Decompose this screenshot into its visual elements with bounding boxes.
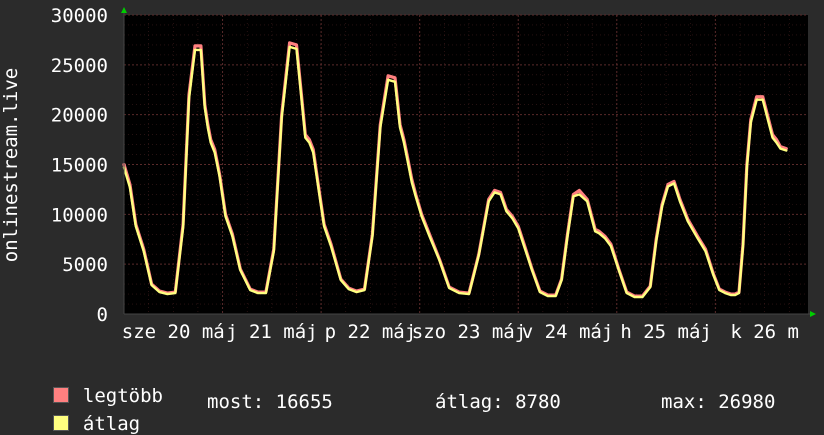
- x-tick-label: v 24 máj: [522, 321, 614, 343]
- y-tick-label: 15000: [51, 155, 108, 177]
- x-axis-arrow: [810, 311, 816, 317]
- legend-swatch-avg: [52, 415, 69, 431]
- y-tick-label: 10000: [51, 204, 108, 226]
- x-tick-label: h 25 máj: [620, 321, 712, 343]
- legend-label-avg: átlag: [82, 413, 141, 435]
- y-tick-label: 20000: [51, 105, 108, 127]
- y-tick-label: 30000: [51, 5, 108, 27]
- x-tick-label: j 21 máj: [226, 321, 318, 343]
- y-tick-label: 25000: [51, 55, 108, 77]
- x-tick-label: szo 23 máj: [412, 321, 526, 343]
- x-axis-ticks: sze 20 má j 21 máj p 22 májszo 23 májv 24 …: [122, 321, 799, 343]
- legend-item-avg: átlag: [30, 391, 140, 435]
- stat-average: átlag: 8780: [435, 391, 561, 413]
- y-axis-arrow: [121, 7, 127, 13]
- y-tick-label: 0: [97, 304, 108, 326]
- x-tick-label: sze 20 má: [122, 321, 225, 343]
- stat-current: most: 16655: [207, 391, 333, 413]
- x-tick-label: p 22 máj: [325, 321, 417, 343]
- stat-max: max: 26980: [661, 391, 776, 413]
- y-tick-label: 5000: [62, 254, 108, 276]
- y-axis-label: onlinestream.live: [0, 68, 22, 262]
- y-axis-ticks: 30000 25000 20000 15000 10000 5000 0: [51, 5, 108, 326]
- x-tick-label: k 26 m: [730, 321, 799, 343]
